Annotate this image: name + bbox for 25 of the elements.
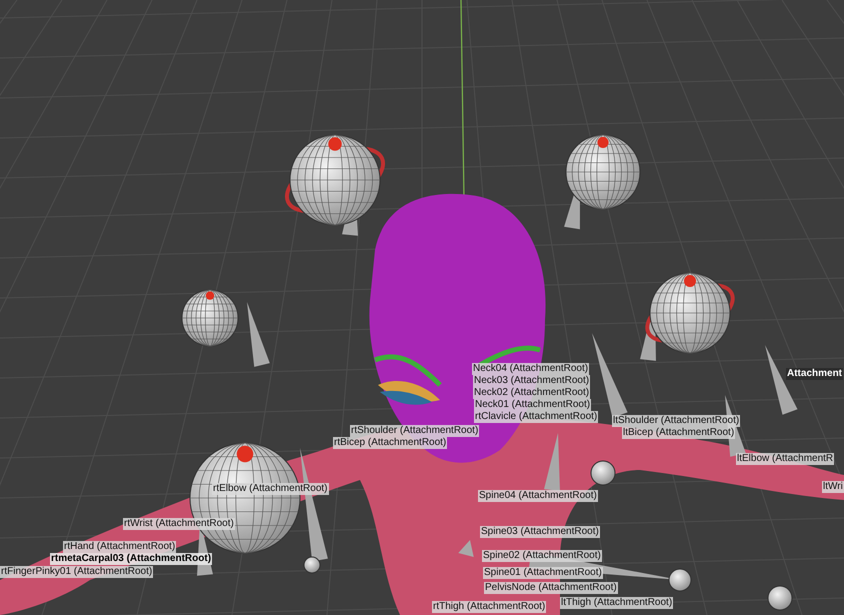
bone-label: rtElbow (AttachmentRoot) — [212, 483, 328, 495]
bone-label: Neck01 (AttachmentRoot) — [474, 399, 592, 411]
bone-label: Neck04 (AttachmentRoot) — [472, 363, 590, 375]
bone-label: ltElbow (AttachmentR — [736, 453, 834, 465]
bone-label: rtBicep (AttachmentRoot) — [333, 437, 448, 449]
3d-viewport[interactable] — [0, 0, 844, 615]
bone-label: Spine04 (AttachmentRoot) — [478, 490, 598, 502]
bone-label: Attachment — [786, 368, 844, 380]
bone-label: rtFingerPinky01 (AttachmentRoot) — [0, 566, 154, 578]
bone-label: Neck02 (AttachmentRoot) — [473, 387, 590, 399]
bone-label: Spine02 (AttachmentRoot) — [482, 550, 602, 562]
bone-label: rtmetaCarpal03 (AttachmentRoot) — [50, 553, 212, 565]
bone-label: ltWri — [822, 481, 844, 493]
bone-label: rtHand (AttachmentRoot) — [63, 541, 176, 553]
bone-label: ltShoulder (AttachmentRoot) — [612, 415, 740, 427]
bone-label: rtClavicle (AttachmentRoot) — [474, 411, 598, 423]
bone-label: Spine03 (AttachmentRoot) — [480, 526, 600, 538]
bone-label: ltThigh (AttachmentRoot) — [560, 597, 674, 609]
bone-label: PelvisNode (AttachmentRoot) — [484, 582, 618, 594]
bone-label: rtShoulder (AttachmentRoot) — [350, 425, 480, 437]
bone-label: Neck03 (AttachmentRoot) — [473, 375, 590, 387]
bone-label: rtThigh (AttachmentRoot) — [432, 601, 546, 613]
bone-label: Spine01 (AttachmentRoot) — [483, 567, 603, 579]
bone-label: ltBicep (AttachmentRoot) — [622, 427, 736, 439]
bone-label: rtWrist (AttachmentRoot) — [123, 518, 235, 530]
